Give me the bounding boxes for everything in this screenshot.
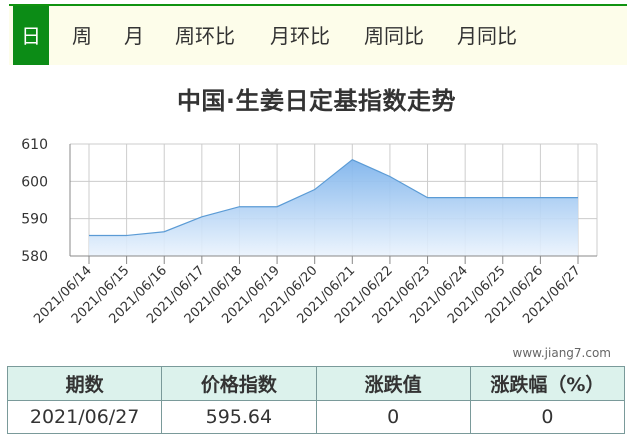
cell-period: 2021/06/27	[6, 400, 163, 434]
cell-price-index: 595.64	[161, 400, 317, 434]
cell-change-percent: 0	[469, 400, 626, 434]
table-header-row: 期数 价格指数 涨跌值 涨跌幅（%）	[6, 366, 626, 401]
y-tick-label: 580	[21, 249, 48, 265]
y-tick-label: 590	[21, 212, 48, 228]
latest-index-table: 期数 价格指数 涨跌值 涨跌幅（%） 2021/06/27 595.64 0 0	[6, 366, 626, 434]
header-change-percent: 涨跌幅（%）	[469, 366, 626, 401]
index-trend-chart: 580590600610 2021/06/142021/06/152021/06…	[21, 137, 598, 327]
cell-change-value: 0	[315, 400, 471, 434]
header-period: 期数	[6, 366, 163, 401]
header-change-value: 涨跌值	[315, 366, 471, 401]
site-watermark: www.jiang7.com	[512, 346, 611, 360]
y-tick-label: 600	[21, 174, 48, 190]
y-tick-label: 610	[21, 137, 48, 153]
table-row: 2021/06/27 595.64 0 0	[6, 400, 626, 434]
header-price-index: 价格指数	[161, 366, 317, 401]
